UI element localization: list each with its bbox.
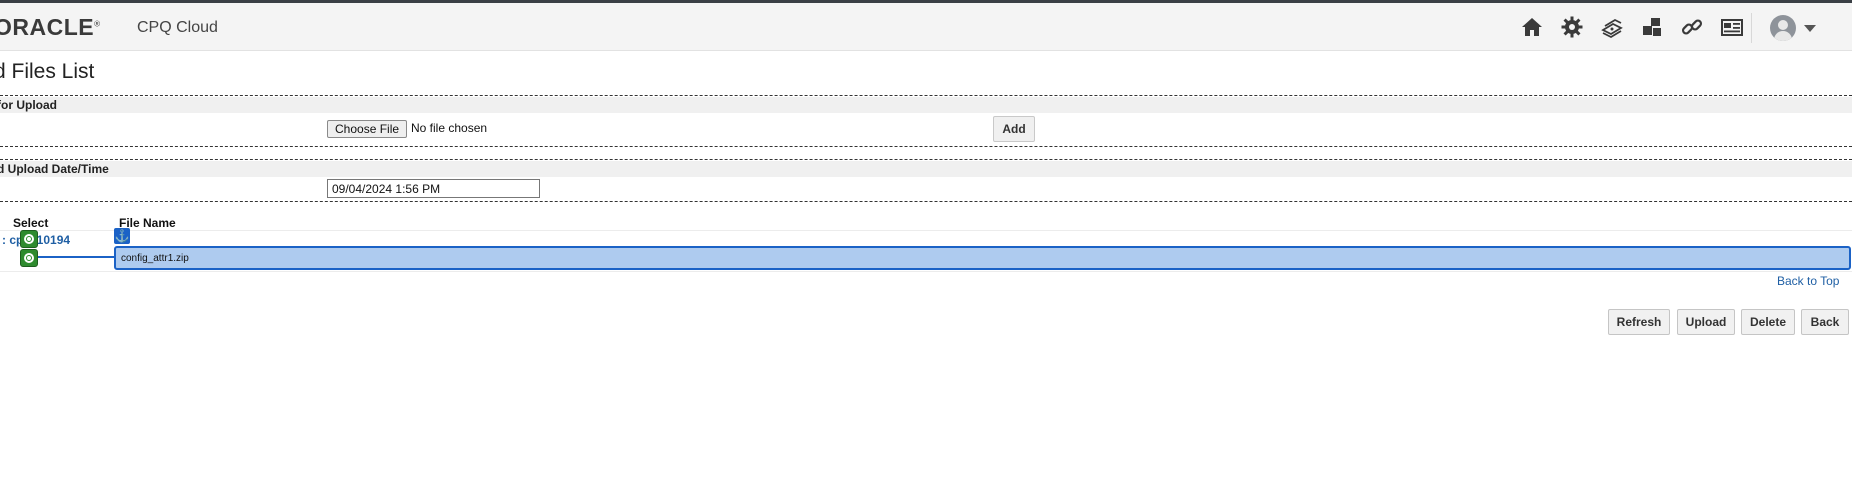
back-to-top-link[interactable]: Back to Top: [1777, 274, 1839, 288]
refresh-button[interactable]: Refresh: [1608, 309, 1670, 335]
app-header: ORACLE® CPQ Cloud: [0, 3, 1852, 51]
no-file-text: No file chosen: [411, 121, 488, 135]
table-grid-line: [0, 230, 1852, 231]
divider: [0, 95, 1852, 96]
group-select-radio[interactable]: [20, 230, 38, 248]
divider: [0, 201, 1852, 202]
home-icon[interactable]: [1518, 13, 1546, 41]
stacked-money-icon[interactable]: [1598, 13, 1626, 41]
user-avatar-icon[interactable]: [1770, 15, 1796, 41]
row-select-radio[interactable]: [20, 249, 38, 267]
gear-icon[interactable]: [1558, 13, 1586, 41]
file-name-cell: config_attr1.zip: [121, 253, 189, 264]
divider: [0, 146, 1852, 147]
id-card-icon[interactable]: [1718, 13, 1746, 41]
oracle-logo: ORACLE®: [0, 14, 101, 40]
blocks-icon[interactable]: [1638, 13, 1666, 41]
delete-button[interactable]: Delete: [1741, 309, 1795, 335]
anchor-icon: ⚓: [114, 228, 130, 244]
back-button[interactable]: Back: [1801, 309, 1849, 335]
chevron-down-icon[interactable]: [1804, 25, 1816, 32]
table-grid-line: [0, 271, 1852, 272]
date-section-header: d Upload Date/Time: [0, 161, 1852, 177]
divider: [0, 159, 1852, 160]
header-separator: [1751, 13, 1752, 43]
link-icon[interactable]: [1678, 13, 1706, 41]
product-name: CPQ Cloud: [137, 19, 218, 36]
add-button[interactable]: Add: [993, 116, 1035, 142]
column-header-select: Select: [13, 216, 49, 230]
table-row[interactable]: config_attr1.zip: [114, 246, 1851, 270]
upload-date-input[interactable]: [327, 179, 540, 198]
upload-section-header: for Upload: [0, 97, 1852, 113]
choose-file-button[interactable]: Choose File: [327, 120, 408, 138]
row-connector: [38, 256, 116, 258]
page-title: d Files List: [0, 60, 95, 83]
upload-button[interactable]: Upload: [1677, 309, 1735, 335]
